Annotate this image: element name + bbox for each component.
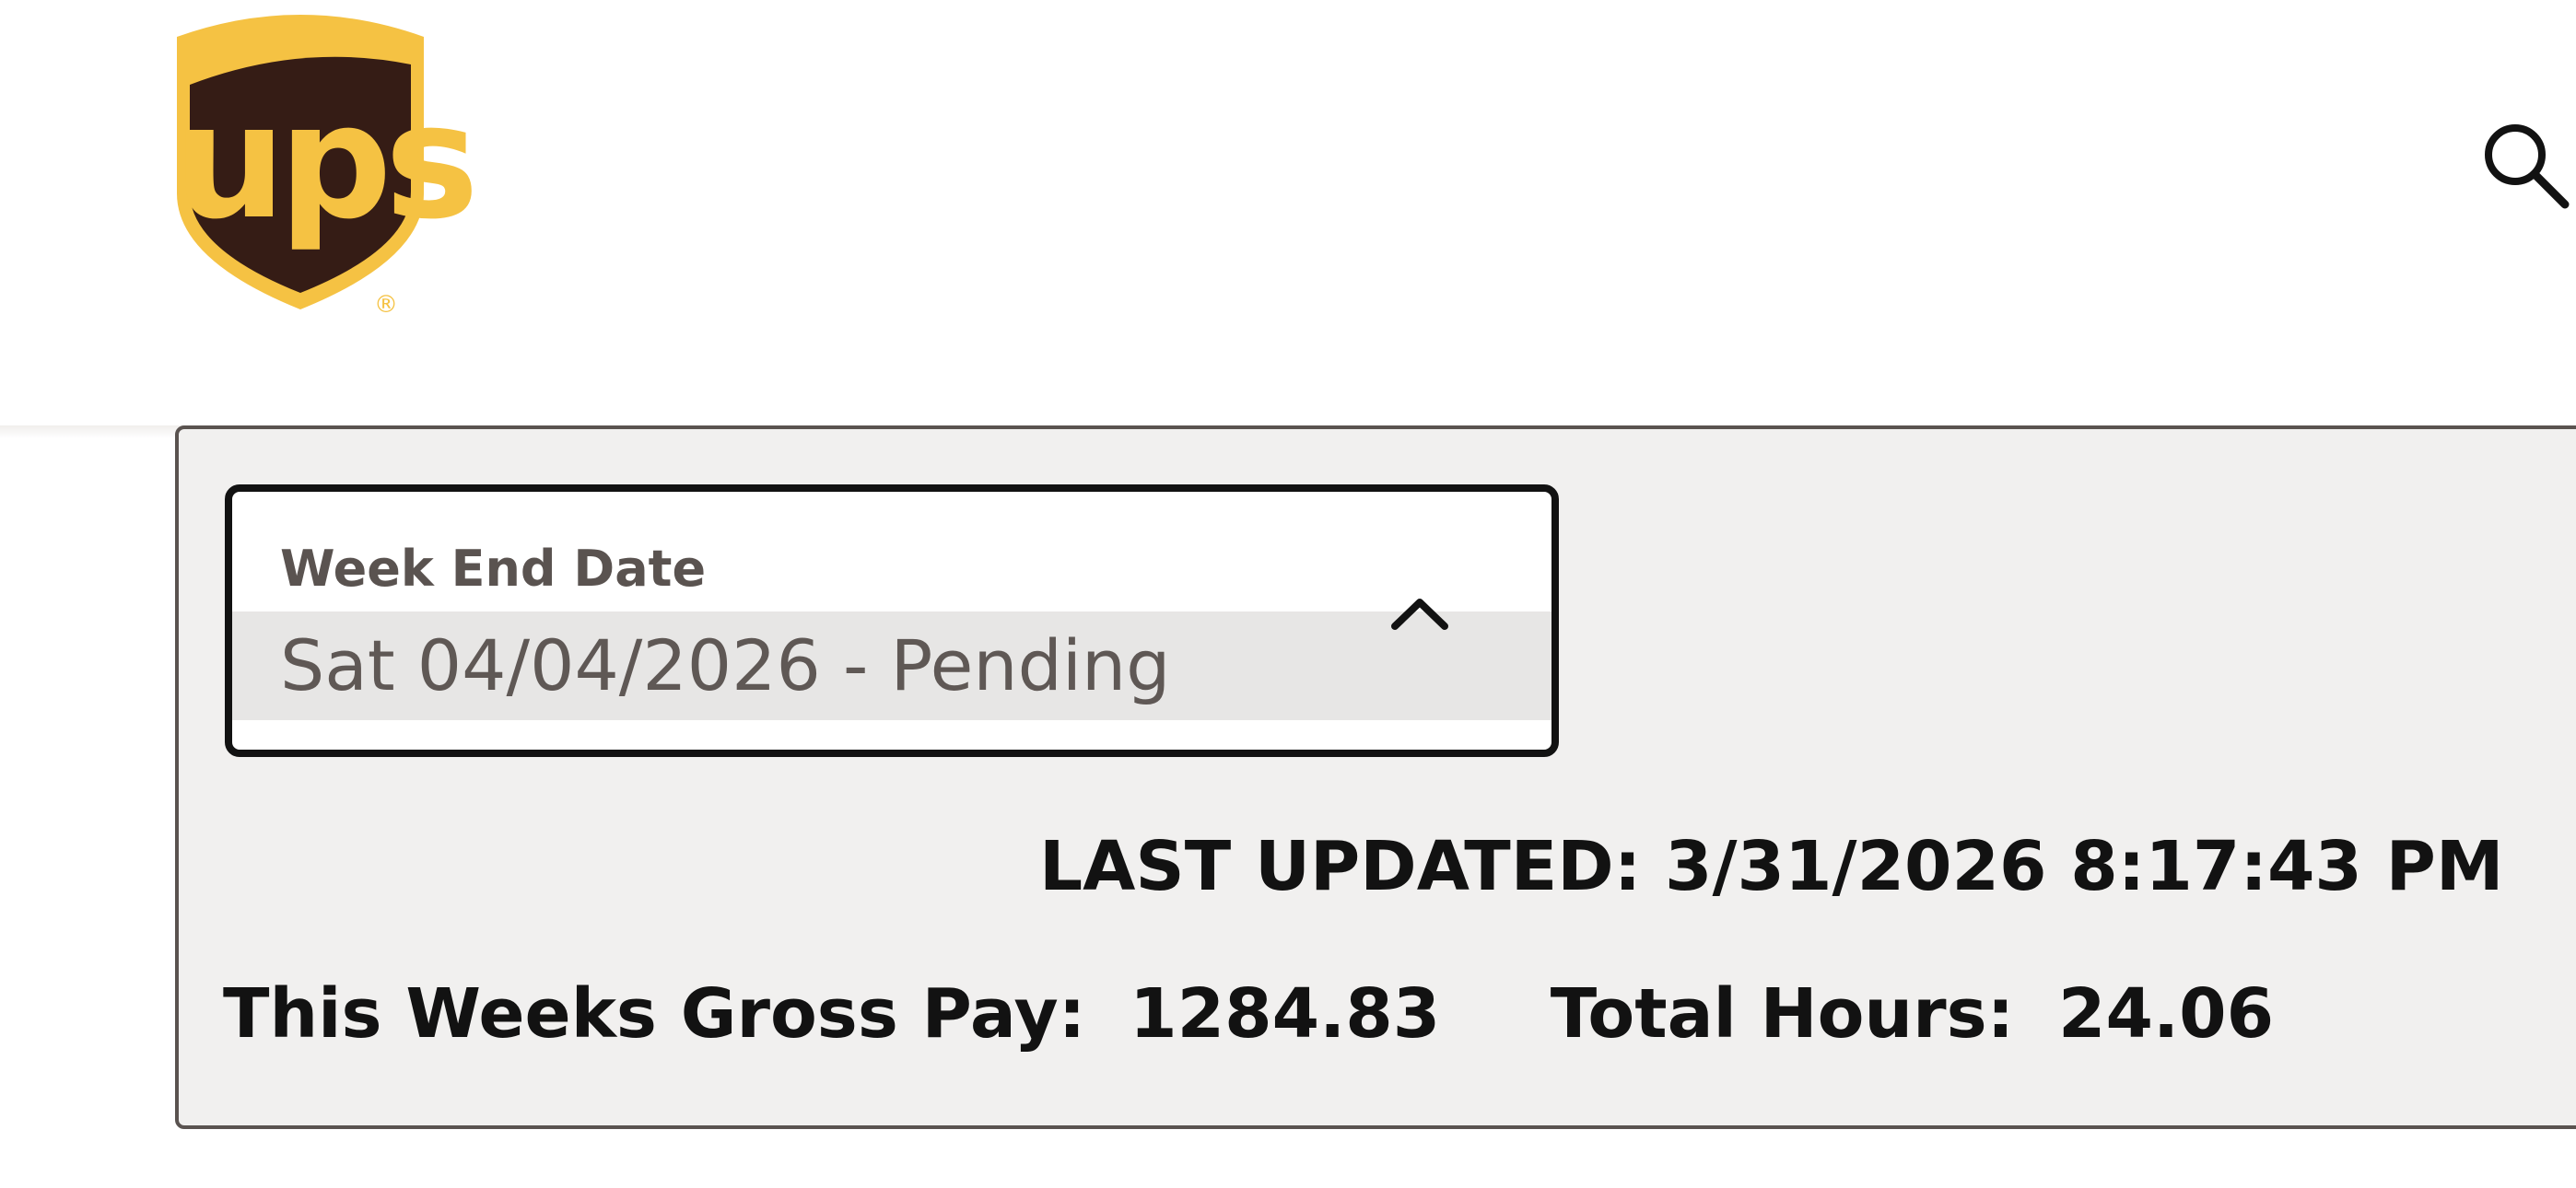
total-hours-value: 24.06 bbox=[2058, 974, 2275, 1054]
week-end-date-select[interactable]: Week End Date Sat 04/04/2026 - Pending bbox=[225, 484, 1559, 757]
gross-pay-label: This Weeks Gross Pay: bbox=[223, 974, 1086, 1054]
week-end-date-label: Week End Date bbox=[280, 540, 707, 598]
pay-summary-card: Week End Date Sat 04/04/2026 - Pending L… bbox=[175, 425, 2576, 1129]
pay-summary-line: This Weeks Gross Pay: 1284.83 Total Hour… bbox=[223, 973, 2274, 1055]
registered-mark: ® bbox=[374, 291, 398, 319]
header-bar: ups ® bbox=[0, 0, 2576, 425]
selected-option[interactable]: Sat 04/04/2026 - Pending bbox=[232, 611, 1551, 720]
search-icon[interactable] bbox=[2475, 114, 2576, 215]
ups-logo[interactable]: ups ® bbox=[173, 9, 479, 317]
chevron-up-icon[interactable] bbox=[1388, 593, 1452, 634]
total-hours-label: Total Hours: bbox=[1550, 974, 2015, 1054]
last-updated-text: LAST UPDATED: 3/31/2026 8:17:43 PM bbox=[1039, 827, 2504, 906]
selected-week-value: Sat 04/04/2026 - Pending bbox=[280, 624, 1171, 706]
logo-wordmark: ups bbox=[173, 69, 479, 254]
app-page: ups ® Week End Date Sat 04/04/2026 - Pen… bbox=[0, 0, 2576, 1188]
gross-pay-value: 1284.83 bbox=[1130, 974, 1441, 1054]
